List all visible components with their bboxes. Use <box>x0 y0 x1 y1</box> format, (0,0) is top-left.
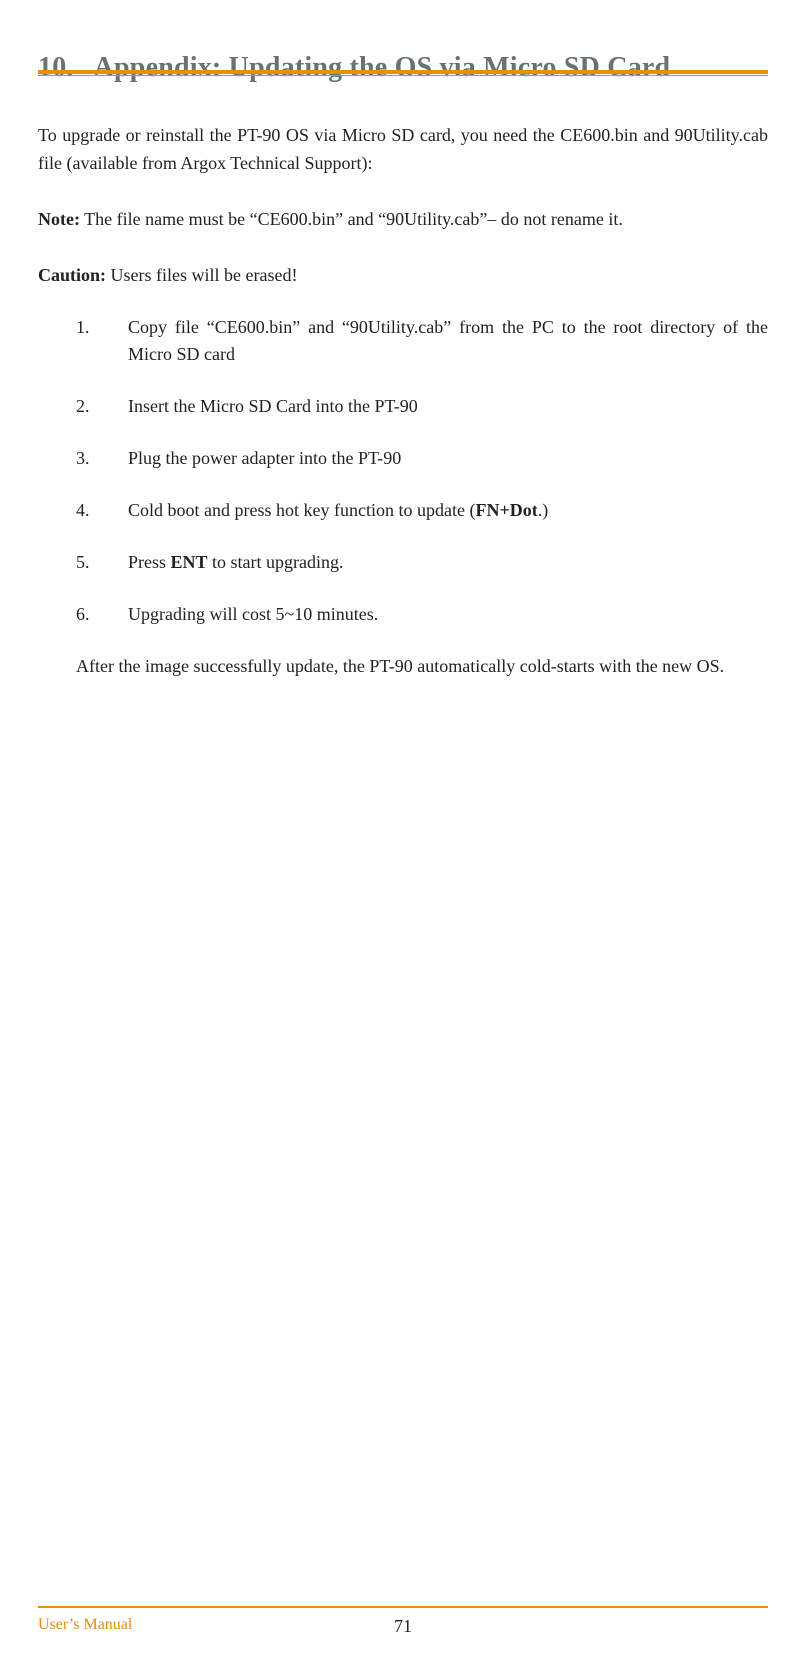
caution-label: Caution: <box>38 265 106 285</box>
step-pre: Press <box>128 552 171 572</box>
closing-paragraph: After the image successfully update, the… <box>38 653 768 681</box>
step-item: Cold boot and press hot key function to … <box>76 497 768 525</box>
step-suf: to start upgrading. <box>208 552 344 572</box>
step-item: Plug the power adapter into the PT-90 <box>76 445 768 473</box>
note-text: The file name must be “CE600.bin” and “9… <box>80 209 623 229</box>
step-pre: Cold boot and press hot key function to … <box>128 500 475 520</box>
page-number: 71 <box>394 1616 412 1637</box>
top-rule <box>38 70 768 76</box>
step-suf: .) <box>538 500 549 520</box>
step-item: Upgrading will cost 5~10 minutes. <box>76 601 768 629</box>
step-pre: Plug the power adapter into the PT-90 <box>128 448 401 468</box>
caution-text: Users files will be erased! <box>106 265 297 285</box>
step-item: Press ENT to start upgrading. <box>76 549 768 577</box>
footer-left-text: User’s Manual <box>38 1616 132 1634</box>
note-row: Note: The file name must be “CE600.bin” … <box>38 206 768 234</box>
footer-rule <box>38 1606 768 1608</box>
step-bold: ENT <box>171 552 208 572</box>
step-pre: Insert the Micro SD Card into the PT-90 <box>128 396 418 416</box>
step-bold: FN+Dot <box>475 500 537 520</box>
step-item: Copy file “CE600.bin” and “90Utility.cab… <box>76 314 768 370</box>
step-pre: Copy file “CE600.bin” and “90Utility.cab… <box>128 317 768 365</box>
footer: User’s Manual 71 <box>38 1616 768 1634</box>
caution-row: Caution: Users files will be erased! <box>38 262 768 290</box>
section-heading: 10. Appendix: Updating the OS via Micro S… <box>38 52 768 84</box>
step-pre: Upgrading will cost 5~10 minutes. <box>128 604 378 624</box>
content-body: To upgrade or reinstall the PT-90 OS via… <box>38 122 768 681</box>
note-label: Note: <box>38 209 80 229</box>
section-title: Appendix: Updating the OS via Micro SD C… <box>94 52 671 83</box>
intro-paragraph: To upgrade or reinstall the PT-90 OS via… <box>38 122 768 178</box>
steps-list: Copy file “CE600.bin” and “90Utility.cab… <box>38 314 768 629</box>
step-item: Insert the Micro SD Card into the PT-90 <box>76 393 768 421</box>
section-number: 10. <box>38 52 74 84</box>
